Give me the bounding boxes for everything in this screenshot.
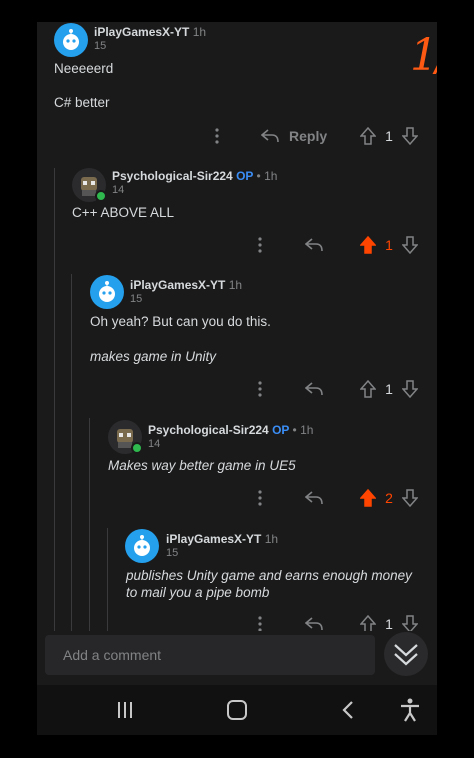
accessibility-icon[interactable] [395, 695, 425, 725]
upvote-arrow-icon[interactable] [357, 234, 379, 256]
more-vertical-icon[interactable] [209, 125, 225, 147]
upvote-arrow-icon[interactable] [357, 378, 379, 400]
snoo-avatar-icon [99, 281, 115, 302]
comment-body: Neeeeerd C# better [54, 61, 114, 110]
comment-time: 1h [192, 25, 207, 39]
upvote-arrow-icon[interactable] [357, 487, 379, 509]
snoo-avatar-icon [134, 535, 150, 556]
back-icon[interactable] [334, 695, 364, 725]
user-karma: 14 [112, 184, 125, 196]
system-navigation-bar [37, 685, 437, 735]
comment-actions: 1 [37, 378, 437, 400]
reply-arrow-icon[interactable] [259, 125, 281, 147]
downvote-arrow-icon[interactable] [399, 125, 421, 147]
avatar[interactable] [90, 275, 124, 309]
recent-apps-icon[interactable] [110, 695, 140, 725]
avatar[interactable] [125, 529, 159, 563]
reply-button[interactable]: Reply [289, 128, 327, 144]
page-marker-annotation: 1/2 [410, 30, 437, 81]
vote-score: 1 [385, 237, 393, 253]
double-chevron-down-icon [394, 644, 418, 666]
reply-arrow-icon[interactable] [303, 378, 325, 400]
user-karma: 15 [94, 40, 107, 52]
separator: • [256, 169, 261, 183]
comment-time: 1h [300, 423, 314, 437]
op-badge: OP [272, 423, 290, 437]
reply-arrow-icon[interactable] [303, 487, 325, 509]
comment-actions: Reply 1 [37, 125, 437, 147]
comment-time: 1h [264, 169, 278, 183]
comment-actions: 1 [37, 234, 437, 256]
user-karma: 14 [148, 438, 161, 450]
username[interactable]: Psychological-Sir224 OP • 1h [112, 169, 277, 183]
username[interactable]: Psychological-Sir224 OP • 1h [148, 423, 313, 437]
comment-body: Oh yeah? But can you do this. [90, 314, 271, 329]
separator: • [292, 423, 297, 437]
reply-arrow-icon[interactable] [303, 234, 325, 256]
vote-score: 1 [385, 381, 393, 397]
comment-actions: 2 [37, 487, 437, 509]
op-badge: OP [236, 169, 254, 183]
collapse-thread-button[interactable] [384, 632, 428, 676]
more-vertical-icon[interactable] [252, 378, 268, 400]
reddit-app-screen: iPlayGamesX-YT 1h 15 Neeeeerd C# better … [37, 22, 437, 735]
comment-body: C++ ABOVE ALL [72, 205, 175, 220]
username[interactable]: iPlayGamesX-YT 1h [130, 278, 242, 292]
user-karma: 15 [166, 547, 179, 559]
vote-score: 2 [385, 490, 393, 506]
vote-score: 1 [385, 616, 393, 632]
username[interactable]: iPlayGamesX-YT 1h [94, 25, 206, 39]
comment-body: publishes Unity game and earns enough mo… [126, 568, 412, 600]
online-indicator [95, 190, 107, 202]
downvote-arrow-icon[interactable] [399, 234, 421, 256]
comment-composer-bar: Add a comment [37, 631, 437, 675]
vote-score: 1 [385, 128, 393, 144]
online-indicator [131, 442, 143, 454]
comment-body: Makes way better game in UE5 [108, 458, 296, 473]
avatar[interactable] [54, 23, 88, 57]
downvote-arrow-icon[interactable] [399, 378, 421, 400]
add-comment-input[interactable]: Add a comment [45, 635, 375, 675]
comment-body-italic: makes game in Unity [90, 349, 217, 364]
thread-line[interactable] [71, 274, 72, 638]
more-vertical-icon[interactable] [252, 234, 268, 256]
username[interactable]: iPlayGamesX-YT 1h [166, 532, 278, 546]
user-karma: 15 [130, 293, 143, 305]
comment-time: 1h [228, 278, 243, 292]
snoo-avatar-icon [63, 29, 79, 50]
comment-time: 1h [264, 532, 279, 546]
upvote-arrow-icon[interactable] [357, 125, 379, 147]
thread-line[interactable] [89, 418, 90, 638]
home-icon[interactable] [222, 695, 252, 725]
more-vertical-icon[interactable] [252, 487, 268, 509]
downvote-arrow-icon[interactable] [399, 487, 421, 509]
